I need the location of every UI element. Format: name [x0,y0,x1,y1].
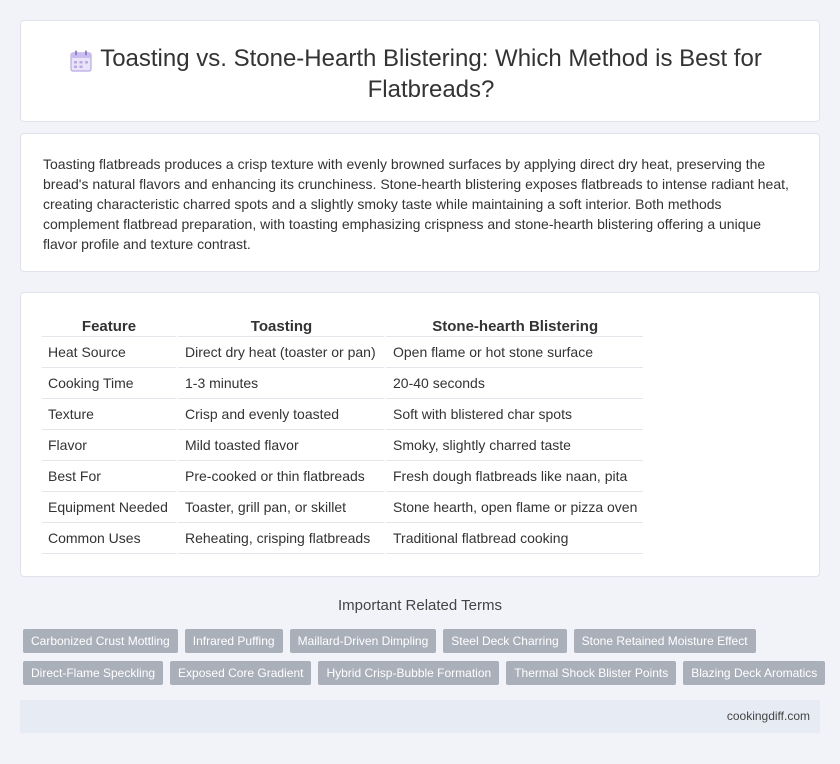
table-cell: Direct dry heat (toaster or pan) [176,337,384,368]
table-cell: Cooking Time [42,368,176,399]
term-tag[interactable]: Blazing Deck Aromatics [683,661,826,685]
table-cell: 20-40 seconds [384,368,644,399]
table-cell: Toaster, grill pan, or skillet [176,492,384,523]
term-tag[interactable]: Thermal Shock Blister Points [506,661,677,685]
term-tag[interactable]: Exposed Core Gradient [170,661,312,685]
term-tag[interactable]: Direct-Flame Speckling [23,661,164,685]
column-header-toasting: Toasting [176,316,384,337]
page-title: Toasting vs. Stone-Hearth Blistering: Wh… [100,45,762,103]
intro-paragraph: Toasting flatbreads produces a crisp tex… [43,156,789,252]
table-cell: Smoky, slightly charred taste [384,430,644,461]
footer-site-link[interactable]: cookingdiff.com [727,709,810,723]
term-tag[interactable]: Maillard-Driven Dimpling [289,629,437,653]
term-tag[interactable]: Hybrid Crisp-Bubble Formation [318,661,500,685]
table-cell: Traditional flatbread cooking [384,523,644,554]
table-cell: Fresh dough flatbreads like naan, pita [384,461,644,492]
table-cell: Texture [42,399,176,430]
table-cell: Equipment Needed [42,492,176,523]
term-tag[interactable]: Stone Retained Moisture Effect [573,629,756,653]
table-cell: Crisp and evenly toasted [176,399,384,430]
table-cell: Heat Source [42,337,176,368]
table-row: Cooking Time 1-3 minutes 20-40 seconds [42,368,644,399]
table-cell: Flavor [42,430,176,461]
term-tag[interactable]: Infrared Puffing [184,629,283,653]
term-tag[interactable]: Carbonized Crust Mottling [23,629,178,653]
table-cell: Stone hearth, open flame or pizza oven [384,492,644,523]
table-cell: Best For [42,461,176,492]
table-row: Heat Source Direct dry heat (toaster or … [42,337,644,368]
table-cell: Common Uses [42,523,176,554]
table-cell: Open flame or hot stone surface [384,337,644,368]
column-header-stone-hearth: Stone-hearth Blistering [384,316,644,337]
tag-row: Carbonized Crust Mottling Infrared Puffi… [23,629,823,653]
table-row: Common Uses Reheating, crisping flatbrea… [42,523,644,554]
table-row: Flavor Mild toasted flavor Smoky, slight… [42,430,644,461]
term-tag[interactable]: Steel Deck Charring [443,629,567,653]
table-row: Equipment Needed Toaster, grill pan, or … [42,492,644,523]
title-card: Toasting vs. Stone-Hearth Blistering: Wh… [20,20,820,122]
table-cell: Mild toasted flavor [176,430,384,461]
comparison-card: Feature Toasting Stone-hearth Blistering… [20,292,820,577]
column-header-feature: Feature [42,316,176,337]
table-cell: Soft with blistered char spots [384,399,644,430]
table-cell: Pre-cooked or thin flatbreads [176,461,384,492]
related-terms-list: Carbonized Crust Mottling Infrared Puffi… [23,629,826,693]
table-header-row: Feature Toasting Stone-hearth Blistering [42,316,644,337]
comparison-table: Feature Toasting Stone-hearth Blistering… [42,316,644,554]
table-row: Texture Crisp and evenly toasted Soft wi… [42,399,644,430]
tag-row: Direct-Flame Speckling Exposed Core Grad… [23,661,826,685]
table-cell: 1-3 minutes [176,368,384,399]
intro-card: Toasting flatbreads produces a crisp tex… [20,133,820,272]
related-terms-heading: Important Related Terms [338,597,502,614]
footer: cookingdiff.com [20,700,820,733]
table-row: Best For Pre-cooked or thin flatbreads F… [42,461,644,492]
table-cell: Reheating, crisping flatbreads [176,523,384,554]
